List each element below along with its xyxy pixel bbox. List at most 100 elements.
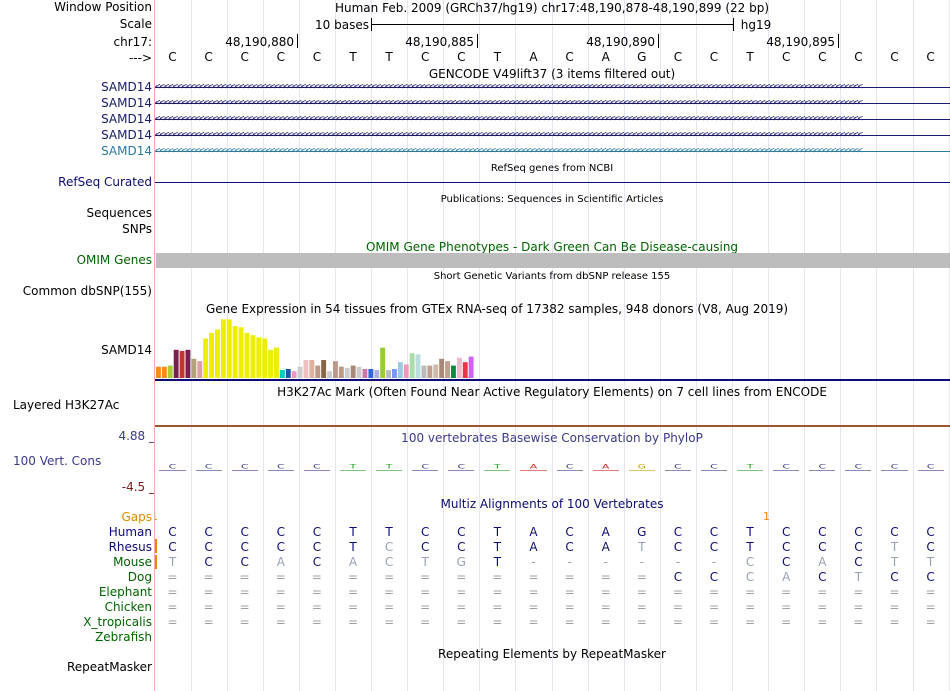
gencode-gene-label[interactable]: SAMD14	[101, 144, 152, 159]
species-label[interactable]: Zebrafish	[95, 630, 152, 645]
gtex-tissue-bar[interactable]	[262, 338, 268, 379]
gencode-gene-label[interactable]: SAMD14	[101, 112, 152, 127]
gtex-tissue-bar[interactable]	[392, 369, 397, 378]
gtex-tissue-bar[interactable]	[279, 370, 285, 378]
gap-mark-left: 1	[155, 510, 158, 523]
gtex-barchart[interactable]	[155, 316, 950, 378]
gtex-tissue-bar[interactable]	[333, 361, 338, 378]
gtex-tissue-bar[interactable]	[439, 358, 445, 378]
scale-text: 10 bases	[315, 18, 369, 32]
gtex-tissue-bar[interactable]	[203, 338, 209, 379]
gtex-tissue-bar[interactable]	[274, 347, 279, 378]
gtex-tissue-bar[interactable]	[191, 358, 197, 378]
gtex-tissue-bar[interactable]	[244, 332, 250, 378]
gtex-tissue-bar[interactable]	[415, 354, 421, 378]
gtex-tissue-bar[interactable]	[362, 369, 368, 378]
strand-arrow-label[interactable]: --->	[129, 51, 152, 66]
gtex-tissue-bar[interactable]	[285, 369, 291, 378]
h3k27ac-signal[interactable]	[155, 425, 950, 427]
gtex-tissue-bar[interactable]	[167, 365, 173, 378]
genome-track-panel[interactable]: Human Feb. 2009 (GRCh37/hg19) chr17:48,1…	[155, 0, 950, 691]
gtex-tissue-bar[interactable]	[226, 319, 232, 378]
h3k27ac-track-label[interactable]: Layered H3K27Ac	[13, 398, 119, 413]
conservation-baseline	[376, 470, 403, 471]
sequences-track-label[interactable]: Sequences	[87, 206, 152, 221]
omim-track-label[interactable]: OMIM Genes	[77, 253, 152, 268]
gtex-tissue-bar[interactable]	[179, 350, 185, 378]
omim-gene-bar[interactable]	[156, 253, 950, 268]
gtex-tissue-bar[interactable]	[197, 361, 203, 378]
gtex-tissue-bar[interactable]	[386, 370, 391, 378]
gtex-tissue-bar[interactable]	[209, 332, 214, 378]
gtex-tissue-bar[interactable]	[238, 327, 244, 378]
repeatmasker-track-label[interactable]: RepeatMasker	[67, 660, 152, 675]
gtex-tissue-bar[interactable]	[297, 366, 303, 378]
conservation-base: C	[276, 463, 285, 471]
publications-title: Publications: Sequences in Scientific Ar…	[440, 194, 664, 205]
gtex-tissue-bar[interactable]	[462, 362, 468, 378]
aligned-base: A	[529, 540, 538, 554]
gtex-tissue-bar[interactable]	[309, 360, 315, 378]
gtex-tissue-bar[interactable]	[397, 362, 403, 378]
gtex-tissue-bar[interactable]	[268, 349, 273, 378]
gtex-tissue-bar[interactable]	[427, 365, 433, 378]
gtex-tissue-bar[interactable]	[409, 353, 415, 378]
refseq-track-label[interactable]: RefSeq Curated	[58, 175, 152, 190]
gencode-gene-label[interactable]: SAMD14	[101, 128, 152, 143]
dbsnp-track-label[interactable]: Common dbSNP(155)	[23, 284, 152, 299]
gtex-tissue-bar[interactable]	[185, 349, 191, 378]
gtex-track-label[interactable]: SAMD14	[101, 343, 152, 358]
species-label[interactable]: Mouse	[113, 555, 152, 570]
gencode-transcript[interactable]: <<<<<<<<<<<<<<<<<<<<<<<<<<<<<<<<<<<<<<<<…	[155, 96, 950, 111]
gtex-tissue-bar[interactable]	[368, 369, 374, 378]
gtex-tissue-bar[interactable]	[220, 319, 226, 378]
gencode-gene-label[interactable]: SAMD14	[101, 80, 152, 95]
gtex-tissue-bar[interactable]	[156, 366, 161, 378]
gtex-tissue-bar[interactable]	[232, 326, 238, 378]
gtex-tissue-bar[interactable]	[456, 357, 462, 378]
gtex-tissue-bar[interactable]	[291, 371, 297, 378]
species-label[interactable]: Elephant	[99, 585, 152, 600]
gtex-tissue-bar[interactable]	[338, 366, 344, 378]
conservation-base: T	[349, 463, 357, 471]
species-label[interactable]: X_tropicalis	[83, 615, 152, 630]
gtex-tissue-bar[interactable]	[303, 360, 309, 378]
gencode-transcript[interactable]: <<<<<<<<<<<<<<<<<<<<<<<<<<<<<<<<<<<<<<<<…	[155, 144, 950, 159]
aligned-base: =	[384, 570, 395, 584]
gtex-tissue-bar[interactable]	[173, 349, 179, 378]
gtex-tissue-bar[interactable]	[344, 367, 350, 378]
aligned-base: =	[275, 570, 286, 584]
gtex-tissue-bar[interactable]	[433, 364, 439, 379]
gencode-transcript[interactable]: <<<<<<<<<<<<<<<<<<<<<<<<<<<<<<<<<<<<<<<<…	[155, 128, 950, 143]
gtex-tissue-bar[interactable]	[421, 365, 427, 378]
aligned-base: A	[276, 555, 285, 569]
gtex-tissue-bar[interactable]	[468, 356, 474, 378]
aligned-base: =	[636, 570, 647, 584]
gtex-tissue-bar[interactable]	[451, 365, 456, 378]
gtex-tissue-bar[interactable]	[445, 361, 450, 378]
aligned-base: T	[421, 555, 429, 569]
gencode-transcript[interactable]: <<<<<<<<<<<<<<<<<<<<<<<<<<<<<<<<<<<<<<<<…	[155, 80, 950, 95]
species-label[interactable]: Chicken	[105, 600, 152, 615]
aligned-base: C	[457, 525, 466, 539]
species-label[interactable]: Rhesus	[109, 540, 152, 555]
gtex-tissue-bar[interactable]	[215, 329, 220, 379]
gencode-gene-label[interactable]: SAMD14	[101, 96, 152, 111]
gtex-tissue-bar[interactable]	[327, 371, 332, 378]
species-label[interactable]: Dog	[128, 570, 152, 585]
gtex-tissue-bar[interactable]	[403, 364, 409, 379]
gtex-tissue-bar[interactable]	[250, 335, 256, 378]
gtex-tissue-bar[interactable]	[350, 365, 356, 378]
gtex-tissue-bar[interactable]	[356, 366, 362, 378]
species-label[interactable]: Human	[109, 525, 152, 540]
cons-track-label[interactable]: 100 Vert. Cons	[13, 454, 101, 469]
gtex-tissue-bar[interactable]	[380, 347, 386, 378]
gtex-tissue-bar[interactable]	[374, 370, 380, 378]
gtex-tissue-bar[interactable]	[321, 360, 327, 378]
gtex-tissue-bar[interactable]	[161, 366, 167, 378]
refseq-gene-line[interactable]	[155, 182, 950, 183]
gencode-transcript[interactable]: <<<<<<<<<<<<<<<<<<<<<<<<<<<<<<<<<<<<<<<<…	[155, 112, 950, 127]
gtex-tissue-bar[interactable]	[256, 337, 262, 378]
snps-track-label[interactable]: SNPs	[122, 222, 152, 237]
gtex-tissue-bar[interactable]	[315, 365, 321, 378]
